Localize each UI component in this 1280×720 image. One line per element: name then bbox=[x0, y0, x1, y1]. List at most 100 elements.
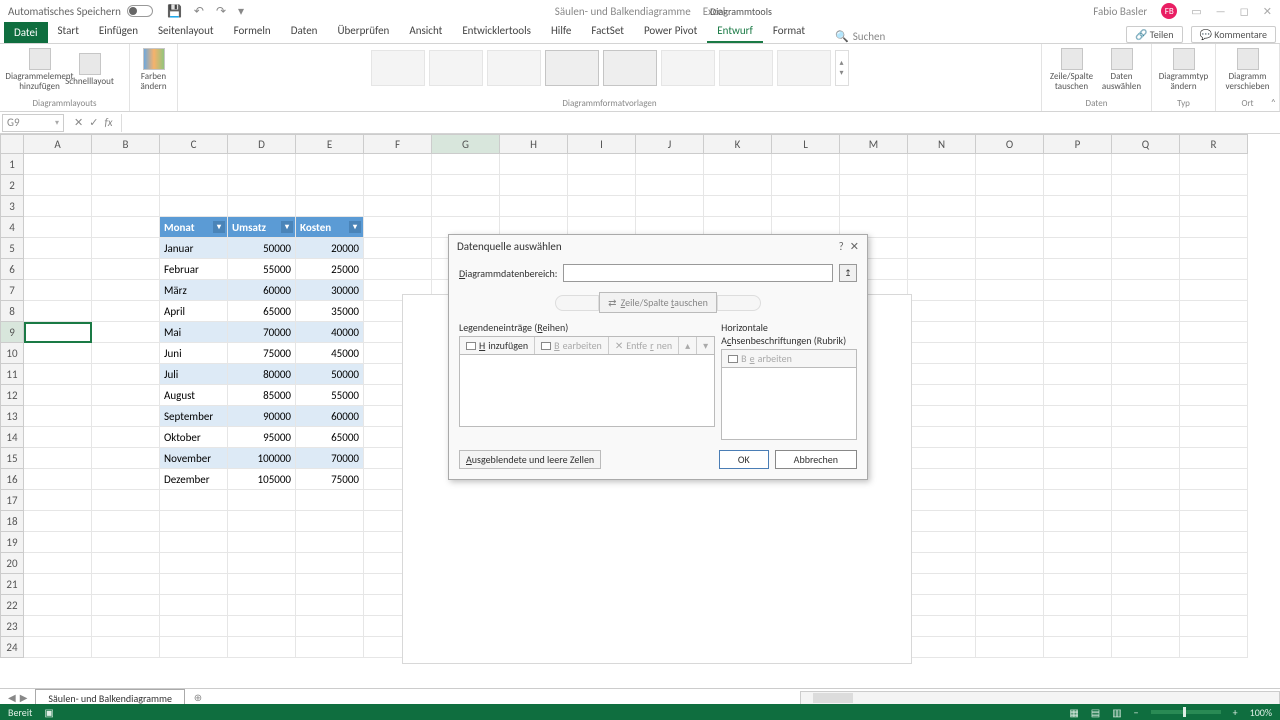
cell[interactable] bbox=[1180, 469, 1248, 490]
cell[interactable]: Umsatz▾ bbox=[228, 217, 296, 238]
cell[interactable] bbox=[228, 574, 296, 595]
cell[interactable]: 55000 bbox=[228, 259, 296, 280]
cell[interactable]: Monat▾ bbox=[160, 217, 228, 238]
cell[interactable] bbox=[228, 490, 296, 511]
name-box[interactable]: G9▾ bbox=[2, 114, 64, 132]
cell[interactable] bbox=[908, 217, 976, 238]
cell[interactable] bbox=[1044, 595, 1112, 616]
cell[interactable] bbox=[976, 154, 1044, 175]
cell[interactable] bbox=[228, 175, 296, 196]
change-colors-button[interactable]: Farben ändern bbox=[130, 46, 178, 94]
cell[interactable]: 20000 bbox=[296, 238, 364, 259]
cell[interactable]: 85000 bbox=[228, 385, 296, 406]
cell[interactable] bbox=[296, 637, 364, 658]
sheet-nav-prev-icon[interactable]: ◀ bbox=[8, 691, 16, 704]
cell[interactable] bbox=[24, 574, 92, 595]
save-icon[interactable]: 💾 bbox=[167, 4, 182, 19]
cell[interactable] bbox=[908, 343, 976, 364]
cell[interactable] bbox=[1112, 532, 1180, 553]
cell[interactable] bbox=[908, 259, 976, 280]
quick-layout-button[interactable]: Schnelllayout bbox=[66, 46, 114, 94]
cell[interactable] bbox=[1112, 322, 1180, 343]
cell[interactable] bbox=[1180, 364, 1248, 385]
cell[interactable] bbox=[24, 553, 92, 574]
cell[interactable] bbox=[976, 364, 1044, 385]
row-header[interactable]: 23 bbox=[0, 616, 24, 637]
row-header[interactable]: 13 bbox=[0, 406, 24, 427]
cell[interactable] bbox=[1112, 469, 1180, 490]
cell[interactable] bbox=[908, 448, 976, 469]
column-header[interactable]: F bbox=[364, 134, 432, 154]
chart-styles-gallery[interactable]: ▴▾ bbox=[367, 46, 853, 90]
cell[interactable] bbox=[92, 259, 160, 280]
collapse-range-button[interactable]: ↥ bbox=[839, 264, 857, 282]
cell[interactable]: 50000 bbox=[296, 364, 364, 385]
formula-input[interactable] bbox=[121, 114, 1280, 132]
horizontal-scrollbar[interactable] bbox=[800, 691, 1280, 705]
cell[interactable]: 65000 bbox=[296, 427, 364, 448]
ribbon-display-icon[interactable]: ▭ bbox=[1191, 5, 1201, 18]
cell[interactable] bbox=[1044, 301, 1112, 322]
cell[interactable] bbox=[296, 490, 364, 511]
cell[interactable] bbox=[92, 511, 160, 532]
cell[interactable] bbox=[772, 175, 840, 196]
cell[interactable]: 70000 bbox=[228, 322, 296, 343]
cell[interactable] bbox=[296, 196, 364, 217]
cell[interactable] bbox=[976, 574, 1044, 595]
cell[interactable] bbox=[160, 196, 228, 217]
cell[interactable] bbox=[24, 175, 92, 196]
row-header[interactable]: 12 bbox=[0, 385, 24, 406]
cell[interactable] bbox=[160, 490, 228, 511]
cell[interactable] bbox=[976, 511, 1044, 532]
tab-hilfe[interactable]: Hilfe bbox=[541, 20, 581, 43]
cell[interactable] bbox=[1044, 511, 1112, 532]
cell[interactable] bbox=[1044, 616, 1112, 637]
cell[interactable] bbox=[364, 259, 432, 280]
cell[interactable]: September bbox=[160, 406, 228, 427]
add-chart-element-button[interactable]: Diagrammelement hinzufügen bbox=[16, 46, 64, 94]
cell[interactable] bbox=[296, 175, 364, 196]
column-header[interactable]: G bbox=[432, 134, 500, 154]
qat-more-icon[interactable]: ▾ bbox=[238, 4, 244, 19]
cell[interactable] bbox=[364, 196, 432, 217]
cell[interactable] bbox=[92, 175, 160, 196]
cell[interactable] bbox=[1044, 406, 1112, 427]
hidden-empty-cells-button[interactable]: Ausgeblendete und leere Zellen bbox=[459, 450, 601, 469]
column-header[interactable]: H bbox=[500, 134, 568, 154]
row-header[interactable]: 6 bbox=[0, 259, 24, 280]
cell[interactable] bbox=[160, 595, 228, 616]
cell[interactable] bbox=[24, 196, 92, 217]
cell[interactable] bbox=[1112, 385, 1180, 406]
search-label[interactable]: Suchen bbox=[853, 30, 886, 43]
tab-entwicklertools[interactable]: Entwicklertools bbox=[452, 20, 541, 43]
cell[interactable] bbox=[92, 553, 160, 574]
cell[interactable] bbox=[1112, 217, 1180, 238]
cell[interactable] bbox=[1180, 511, 1248, 532]
redo-icon[interactable]: ↷ bbox=[216, 4, 226, 19]
view-normal-icon[interactable]: ▦ bbox=[1069, 706, 1078, 719]
cell[interactable] bbox=[432, 175, 500, 196]
cell[interactable] bbox=[1180, 280, 1248, 301]
cell[interactable] bbox=[92, 595, 160, 616]
tab-ansicht[interactable]: Ansicht bbox=[399, 20, 452, 43]
cell[interactable]: Oktober bbox=[160, 427, 228, 448]
cell[interactable] bbox=[908, 238, 976, 259]
cell[interactable] bbox=[24, 427, 92, 448]
cell[interactable] bbox=[1180, 385, 1248, 406]
cell[interactable] bbox=[908, 406, 976, 427]
cell[interactable] bbox=[1112, 490, 1180, 511]
cell[interactable] bbox=[908, 469, 976, 490]
cell[interactable] bbox=[228, 637, 296, 658]
row-header[interactable]: 18 bbox=[0, 511, 24, 532]
cell[interactable] bbox=[976, 196, 1044, 217]
row-header[interactable]: 15 bbox=[0, 448, 24, 469]
ok-button[interactable]: OK bbox=[719, 450, 769, 469]
cell[interactable] bbox=[908, 490, 976, 511]
cell[interactable]: Juni bbox=[160, 343, 228, 364]
cell[interactable] bbox=[976, 490, 1044, 511]
cell[interactable]: 80000 bbox=[228, 364, 296, 385]
cell[interactable] bbox=[1112, 553, 1180, 574]
cell[interactable] bbox=[160, 154, 228, 175]
cell[interactable] bbox=[1112, 301, 1180, 322]
cell[interactable] bbox=[976, 616, 1044, 637]
